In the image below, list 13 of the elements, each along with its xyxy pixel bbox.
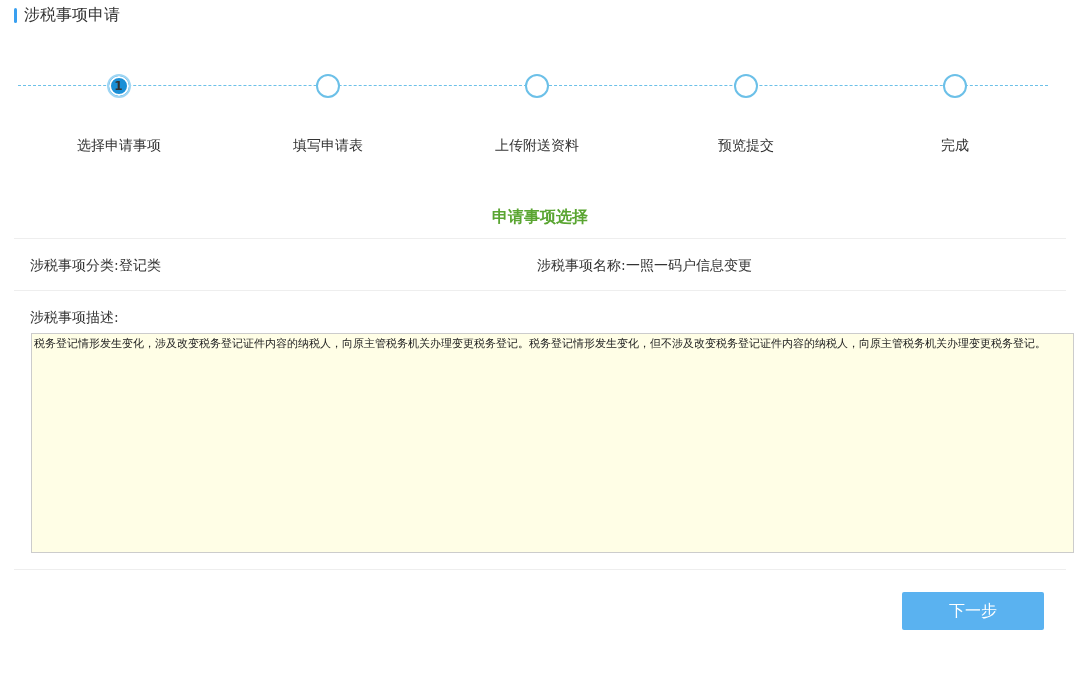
step-marker: 1 bbox=[106, 74, 131, 98]
step-label: 选择申请事项 bbox=[76, 137, 161, 155]
step-label: 预览提交 bbox=[717, 137, 774, 155]
description-label: 涉税事项描述: bbox=[29, 308, 120, 327]
description-field[interactable]: 税务登记情形发生变化，涉及改变税务登记证件内容的纳税人，向原主管税务机关办理变更税务登记。税务登记情形发生变化，但不涉及改变税务登记证件内容的纳税人，向原主管税务机关办理变更税务登记。 bbox=[31, 333, 1074, 553]
step-label: 完成 bbox=[940, 137, 969, 155]
title-accent-bar bbox=[14, 7, 17, 23]
page-title: 涉税事项申请 bbox=[24, 4, 120, 26]
info-field: 涉税事项名称:一照一码户信息变更 bbox=[537, 257, 1050, 275]
info-field: 涉税事项分类:登记类 bbox=[30, 257, 537, 275]
step-label: 填写申请表 bbox=[292, 137, 363, 155]
section-title: 申请事项选择 bbox=[492, 207, 588, 226]
step-label: 上传附送资料 bbox=[494, 137, 579, 155]
